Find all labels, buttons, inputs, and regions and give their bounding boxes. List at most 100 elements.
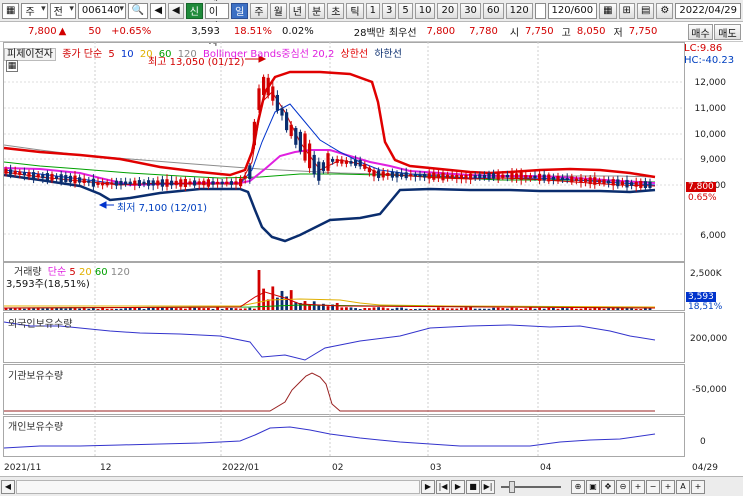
legend-ma5[interactable]: 5 — [108, 49, 114, 60]
candle-body — [524, 175, 528, 178]
legend-settings-icon[interactable]: ▦ — [6, 60, 18, 72]
period-day-button[interactable]: 일 — [231, 2, 249, 19]
zoom-in-icon[interactable]: ⊕ — [571, 479, 585, 494]
type-select[interactable]: 전 — [49, 2, 76, 19]
candle-body — [547, 174, 551, 182]
candle-body — [344, 160, 348, 164]
sell-button[interactable]: 매도 — [714, 24, 741, 40]
settings-icon[interactable]: ⚙ — [656, 2, 674, 19]
crosshair-icon[interactable]: + — [631, 479, 645, 494]
stop-icon[interactable]: ■ — [466, 479, 480, 494]
window-icon[interactable]: ▦ — [2, 2, 20, 19]
legend-bb-upper[interactable]: 상한선 — [341, 49, 369, 60]
volume-bar — [386, 308, 390, 310]
ask-price: 7,800 — [426, 26, 456, 37]
volume-bar — [202, 308, 206, 310]
period-minute-button[interactable]: 분 — [307, 2, 326, 19]
scrollbar-track[interactable] — [16, 479, 420, 494]
volume-bar — [418, 308, 422, 310]
plus-icon[interactable]: + — [661, 479, 675, 494]
volume-bar — [552, 307, 555, 310]
first-page-icon[interactable]: |◀ — [436, 479, 450, 494]
volume-bar — [151, 307, 155, 310]
volume-bar — [473, 308, 477, 310]
legend-bb-lower[interactable]: 하한선 — [374, 49, 402, 60]
price-axis-label: 12,000 — [695, 78, 727, 88]
candle-body — [436, 174, 440, 179]
print-icon[interactable]: ▤ — [636, 2, 655, 19]
volume-bar — [391, 308, 394, 310]
chart-canvas[interactable]: 12,000 11,000 10,000 9,000 8,000 6,000 2… — [0, 42, 743, 476]
up-arrow-icon: ▲ — [58, 26, 67, 37]
market-select[interactable]: 주 — [21, 2, 48, 19]
play-icon[interactable]: ▶ — [451, 479, 465, 494]
x-axis-label: 02 — [332, 463, 343, 473]
scroll-right-icon[interactable]: ▶ — [421, 479, 435, 494]
period-second-button[interactable]: 초 — [327, 2, 345, 19]
next-page-icon[interactable]: ▶| — [481, 479, 495, 494]
volume-bar — [87, 308, 91, 310]
volume-bar — [496, 307, 500, 310]
interval-20-button[interactable]: 20 — [437, 2, 459, 19]
min-annotation-arrow — [98, 201, 114, 209]
candle-body — [303, 133, 307, 161]
candle-body — [593, 177, 597, 185]
candle-body — [321, 162, 325, 171]
interval-120-button[interactable]: 120 — [505, 2, 533, 19]
interval-10-button[interactable]: 10 — [414, 2, 436, 19]
add-indicator-icon[interactable]: + — [691, 479, 705, 494]
interval-1-button[interactable]: 1 — [365, 2, 380, 19]
candle-body — [538, 173, 542, 181]
trade-amount: 28백만 — [353, 28, 385, 39]
candle-body — [602, 179, 606, 184]
candle-body — [404, 172, 408, 179]
interval-5-button[interactable]: 5 — [398, 2, 413, 19]
interval-3-button[interactable]: 3 — [381, 2, 397, 19]
volume-ma120[interactable]: 120 — [111, 267, 130, 278]
period-month-button[interactable]: 월 — [269, 2, 287, 19]
interval-60-button[interactable]: 60 — [482, 2, 504, 19]
prev-stock-button[interactable]: ◀ — [168, 2, 184, 19]
minus-icon[interactable]: − — [646, 479, 660, 494]
zoom-out-icon[interactable]: ⊖ — [616, 479, 630, 494]
candle-body — [110, 182, 114, 185]
candle-body — [358, 159, 362, 167]
volume-bar — [78, 308, 81, 310]
volume-ma60[interactable]: 60 — [95, 267, 108, 278]
volume-bar — [46, 308, 49, 310]
volume-bar — [381, 307, 385, 310]
scroll-left-icon[interactable]: ◀ — [1, 479, 15, 494]
zoom-slider[interactable] — [501, 480, 561, 493]
chart-icon[interactable]: ⊞ — [618, 2, 635, 19]
volume-bar — [404, 308, 408, 310]
volume-bar — [556, 308, 560, 310]
zoom-fit-icon[interactable]: ▣ — [586, 479, 600, 494]
interval-custom-input[interactable] — [534, 2, 546, 19]
volume-bar — [207, 308, 210, 310]
grid-icon[interactable]: ▦ — [599, 2, 617, 19]
volume-bar — [335, 302, 339, 310]
candle-body — [432, 172, 436, 180]
zoom-handle[interactable] — [509, 480, 515, 493]
candle-body — [64, 175, 68, 183]
pan-icon[interactable]: ✥ — [601, 479, 615, 494]
buy-button[interactable]: 매수 — [688, 24, 713, 40]
candle-body — [87, 180, 91, 183]
speaker-icon[interactable]: ◀ — [150, 2, 167, 19]
candle-body — [570, 176, 574, 183]
period-tick-button[interactable]: 틱 — [346, 2, 364, 19]
candle-body — [386, 173, 390, 177]
period-year-button[interactable]: 년 — [288, 2, 306, 19]
interval-30-button[interactable]: 30 — [460, 2, 481, 19]
stock-code-input[interactable]: 006140 — [77, 2, 126, 19]
count-input[interactable]: 120/600 — [547, 2, 598, 19]
date-field[interactable]: 2022/04/29 — [675, 2, 741, 19]
volume-bar — [23, 308, 26, 310]
volume-bar — [630, 308, 633, 310]
legend-ma10[interactable]: 10 — [121, 49, 134, 60]
period-week-button[interactable]: 주 — [250, 2, 268, 19]
candle-body — [78, 177, 82, 183]
text-tool-icon[interactable]: A — [676, 479, 690, 494]
x-axis-label: 12 — [100, 463, 111, 473]
search-icon[interactable]: 🔍 — [127, 2, 149, 19]
